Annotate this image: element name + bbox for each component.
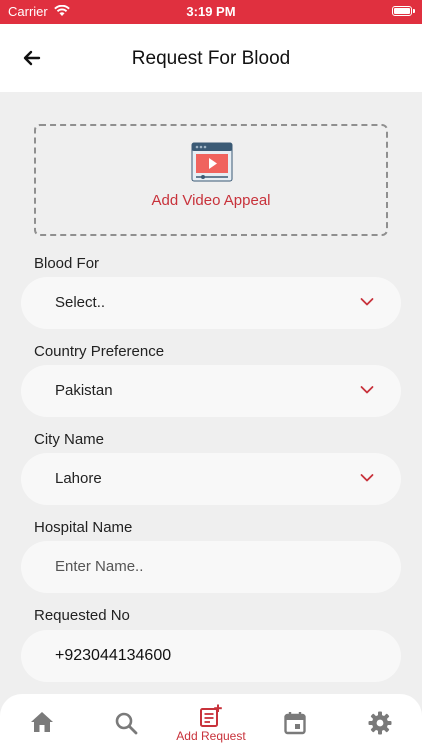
tab-settings[interactable] (338, 694, 422, 750)
header-bar: Request For Blood (0, 24, 422, 92)
requested-no-value: +923044134600 (55, 647, 172, 664)
requested-no-label: Requested No (34, 607, 130, 624)
blood-for-select[interactable]: Select.. (21, 277, 401, 329)
hospital-name-placeholder: Enter Name.. (55, 558, 144, 575)
tab-calendar[interactable] (253, 694, 337, 750)
chevron-down-icon (360, 298, 374, 306)
tab-search[interactable] (84, 694, 168, 750)
country-preference-label: Country Preference (34, 343, 165, 360)
hospital-name-input[interactable]: Enter Name.. (21, 541, 401, 593)
blood-for-value: Select.. (55, 294, 106, 311)
battery-icon (392, 6, 415, 16)
tab-home[interactable] (0, 694, 84, 750)
video-player-icon (191, 142, 233, 182)
status-time: 3:19 PM (186, 4, 236, 19)
blood-for-label: Blood For (34, 255, 100, 272)
country-preference-value: Pakistan (55, 382, 113, 399)
calendar-icon (284, 712, 306, 735)
tab-add-request[interactable]: Add Request (169, 694, 253, 750)
bottom-tab-bar: Add Request (0, 694, 422, 750)
search-icon (115, 712, 138, 735)
chevron-down-icon (360, 474, 374, 482)
status-bar: Carrier 3:19 PM (0, 0, 422, 24)
city-name-value: Lahore (55, 470, 102, 487)
requested-no-input[interactable]: +923044134600 (21, 630, 401, 682)
city-name-select[interactable]: Lahore (21, 453, 401, 505)
add-request-icon (200, 704, 222, 727)
page-title: Request For Blood (131, 48, 291, 69)
tab-add-request-label: Add Request (176, 729, 246, 743)
hospital-name-label: Hospital Name (34, 519, 133, 536)
city-name-label: City Name (34, 431, 105, 448)
chevron-down-icon (360, 386, 374, 394)
add-video-appeal-label: Add Video Appeal (151, 192, 271, 209)
country-preference-select[interactable]: Pakistan (21, 365, 401, 417)
add-video-appeal-box[interactable]: Add Video Appeal (34, 124, 388, 236)
home-icon (31, 712, 53, 732)
gear-icon (368, 711, 392, 735)
